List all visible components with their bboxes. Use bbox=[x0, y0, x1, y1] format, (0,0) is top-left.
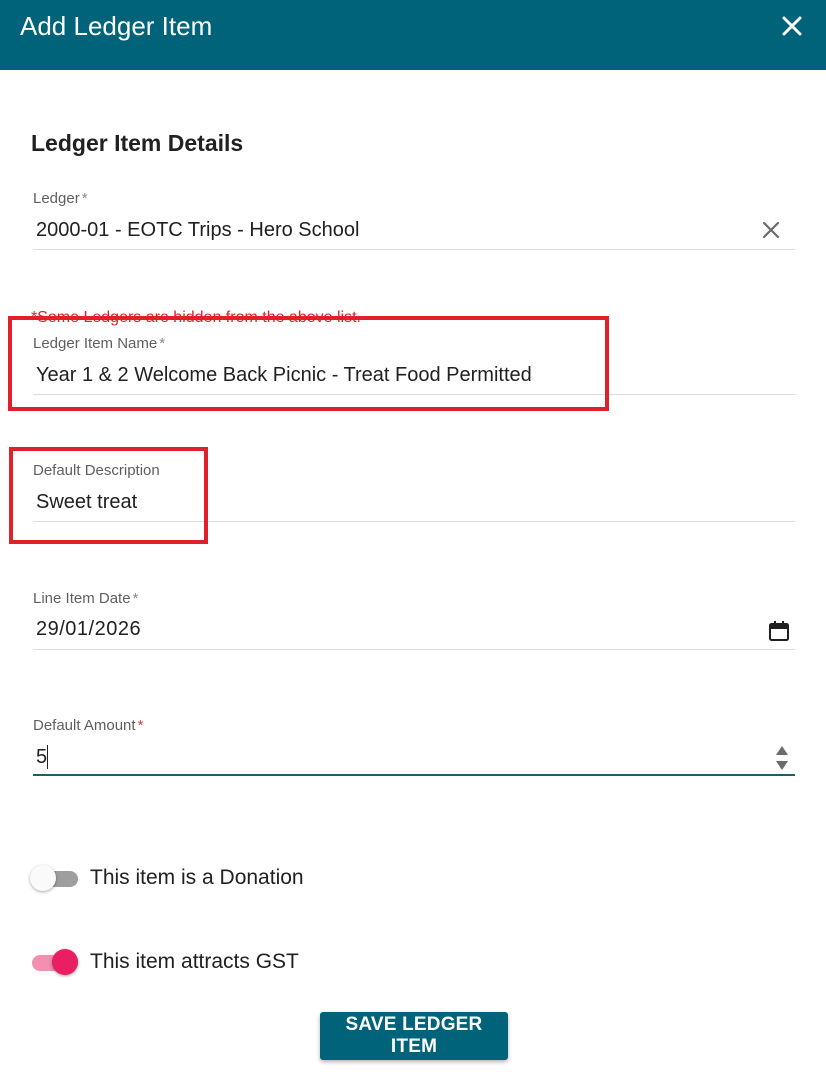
text-caret bbox=[47, 745, 48, 769]
item-name-input[interactable]: Year 1 & 2 Welcome Back Picnic - Treat F… bbox=[36, 362, 532, 388]
spinner-arrows-icon[interactable] bbox=[774, 744, 790, 772]
ledger-label: Ledger * bbox=[33, 190, 88, 207]
description-label: Default Description bbox=[33, 462, 160, 479]
date-label: Line Item Date * bbox=[33, 590, 139, 607]
ledger-select[interactable]: 2000-01 - EOTC Trips - Hero School bbox=[36, 217, 359, 243]
donation-toggle[interactable] bbox=[30, 863, 80, 893]
date-underline bbox=[33, 649, 795, 650]
amount-underline bbox=[33, 774, 795, 776]
dialog-title: Add Ledger Item bbox=[20, 11, 213, 41]
gst-toggle-label: This item attracts GST bbox=[90, 950, 299, 973]
item-name-label: Ledger Item Name * bbox=[33, 335, 166, 352]
toggle-thumb bbox=[52, 949, 78, 975]
description-input[interactable]: Sweet treat bbox=[36, 489, 137, 515]
save-ledger-item-button[interactable]: SAVE LEDGER ITEM bbox=[320, 1012, 508, 1060]
amount-label: Default Amount * bbox=[33, 717, 144, 734]
ledger-underline bbox=[33, 249, 795, 250]
gst-toggle[interactable] bbox=[30, 947, 80, 977]
date-input[interactable]: 29/01/2026 bbox=[36, 616, 141, 642]
toggle-thumb bbox=[30, 865, 56, 891]
dialog-header: Add Ledger Item bbox=[0, 0, 826, 70]
close-icon[interactable] bbox=[776, 10, 808, 42]
clear-icon[interactable] bbox=[758, 217, 784, 243]
description-underline bbox=[33, 521, 795, 522]
item-name-underline bbox=[33, 394, 795, 395]
ledger-hint: *Some Ledgers are hidden from the above … bbox=[31, 309, 361, 326]
section-title: Ledger Item Details bbox=[31, 130, 244, 156]
donation-toggle-label: This item is a Donation bbox=[90, 866, 304, 889]
calendar-icon[interactable] bbox=[766, 618, 792, 644]
amount-input[interactable]: 5 bbox=[36, 744, 47, 770]
